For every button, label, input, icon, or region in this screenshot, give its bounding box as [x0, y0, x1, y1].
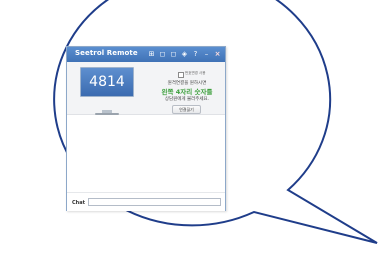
title-bar[interactable]: Seetrol Remote ⊞ ◻ ◻ ◈ ? – ×: [67, 47, 225, 62]
instruction-line-3: 상담원에게 불러주세요.: [164, 97, 210, 102]
window-title: Seetrol Remote: [75, 49, 138, 57]
instruction-line-2: 왼쪽 4자리 숫자를: [161, 88, 213, 96]
close-icon[interactable]: ×: [213, 50, 222, 59]
help-icon[interactable]: ?: [191, 50, 200, 59]
change-number-checkbox[interactable]: [178, 72, 184, 78]
title-bar-controls: ⊞ ◻ ◻ ◈ ? – ×: [147, 50, 222, 59]
disconnect-button[interactable]: 연결끊기: [172, 105, 201, 114]
monitor-base-icon: [95, 113, 119, 115]
monitor-display: 4814: [80, 67, 134, 97]
change-number-label: 번호변경 사용: [185, 71, 206, 75]
minimize-icon[interactable]: –: [202, 50, 211, 59]
chat-label: Chat: [72, 200, 85, 206]
chat-bar: Chat: [67, 192, 225, 211]
monitor-icon[interactable]: ◻: [158, 50, 167, 59]
chat-input[interactable]: [88, 198, 221, 206]
pin-number: 4814: [89, 74, 125, 90]
chat-icon[interactable]: ◻: [169, 50, 178, 59]
seetrol-remote-window: Seetrol Remote ⊞ ◻ ◻ ◈ ? – × 4814 번호변경 사…: [66, 46, 226, 211]
clipboard-icon[interactable]: ⊞: [147, 50, 156, 59]
screen-icon[interactable]: ◈: [180, 50, 189, 59]
